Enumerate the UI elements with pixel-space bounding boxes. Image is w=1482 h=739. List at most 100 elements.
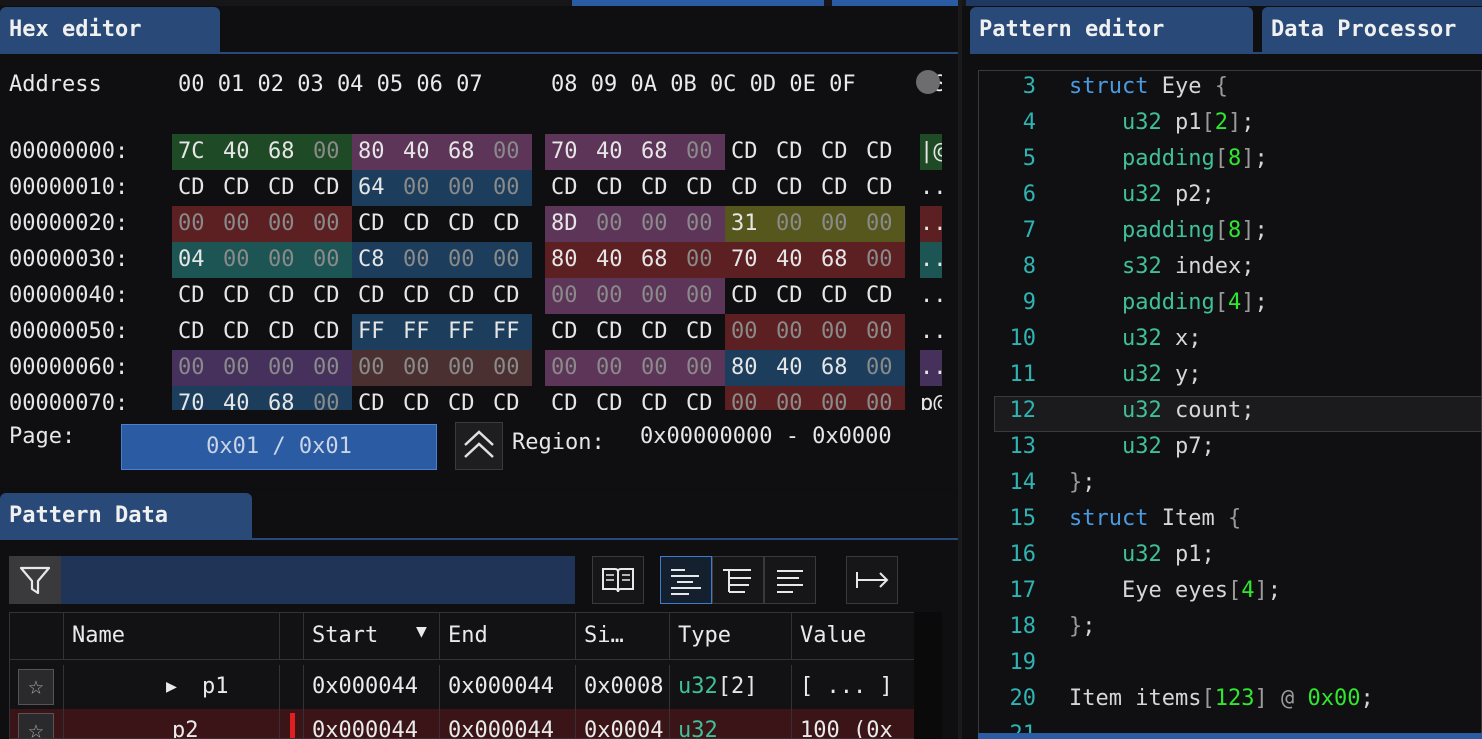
- code-line[interactable]: u32 p1;: [1069, 542, 1215, 567]
- view-tree-button[interactable]: [712, 556, 764, 604]
- hex-byte[interactable]: 00: [223, 206, 250, 242]
- code-line[interactable]: u32 x;: [1069, 326, 1202, 351]
- panel-splitter[interactable]: [958, 0, 962, 739]
- hex-byte[interactable]: 00: [686, 278, 713, 314]
- table-row-selected[interactable]: ☆ p2 0x000044 0x000044 0x0004 u32 100 (0…: [10, 709, 916, 738]
- code-line[interactable]: u32 p2;: [1069, 182, 1215, 207]
- hex-ascii[interactable]: ..: [920, 278, 942, 314]
- hex-byte[interactable]: 00: [403, 242, 430, 278]
- code-line[interactable]: padding[4];: [1069, 290, 1268, 315]
- hex-byte[interactable]: 00: [686, 242, 713, 278]
- hex-byte[interactable]: 00: [866, 206, 893, 242]
- hex-byte[interactable]: 7C: [178, 134, 205, 170]
- code-line[interactable]: s32 index;: [1069, 254, 1254, 279]
- hex-byte[interactable]: FF: [358, 314, 385, 350]
- hex-byte[interactable]: 40: [776, 242, 803, 278]
- hex-byte[interactable]: CD: [776, 134, 803, 170]
- hex-byte[interactable]: 00: [313, 242, 340, 278]
- hex-byte[interactable]: CD: [731, 278, 758, 314]
- hex-byte[interactable]: 80: [358, 134, 385, 170]
- hex-byte[interactable]: CD: [596, 170, 623, 206]
- hex-byte[interactable]: 40: [776, 350, 803, 386]
- code-line[interactable]: padding[8];: [1069, 218, 1268, 243]
- hex-byte[interactable]: CD: [223, 314, 250, 350]
- hex-byte[interactable]: CD: [178, 278, 205, 314]
- hex-byte[interactable]: 00: [686, 206, 713, 242]
- hex-byte[interactable]: 00: [493, 134, 520, 170]
- hex-ascii[interactable]: ..: [920, 350, 942, 386]
- hex-byte[interactable]: 40: [223, 134, 250, 170]
- hex-byte[interactable]: CD: [223, 278, 250, 314]
- tab-hex-editor[interactable]: Hex editor: [0, 7, 220, 53]
- code-line[interactable]: u32 y;: [1069, 362, 1202, 387]
- hex-byte[interactable]: 70: [551, 134, 578, 170]
- tab-pattern-data[interactable]: Pattern Data: [0, 493, 252, 539]
- hex-byte[interactable]: 68: [268, 134, 295, 170]
- table-row[interactable]: ☆ ▶ p1 0x000044 0x000044 0x0008 u32[2] […: [10, 665, 916, 709]
- column-header-type[interactable]: Type: [670, 613, 792, 659]
- hex-byte[interactable]: CD: [358, 278, 385, 314]
- hex-byte[interactable]: 00: [313, 350, 340, 386]
- hex-byte[interactable]: CD: [776, 170, 803, 206]
- code-line[interactable]: };: [1069, 470, 1096, 495]
- filter-input[interactable]: [9, 556, 575, 604]
- hex-byte[interactable]: CD: [178, 170, 205, 206]
- hex-byte[interactable]: CD: [448, 278, 475, 314]
- view-list-button[interactable]: [764, 556, 816, 604]
- hex-byte[interactable]: CD: [686, 314, 713, 350]
- jump-to-button[interactable]: [846, 556, 898, 604]
- hex-byte[interactable]: CD: [641, 314, 668, 350]
- hex-byte[interactable]: 00: [866, 314, 893, 350]
- star-icon[interactable]: ☆: [18, 713, 54, 738]
- code-line[interactable]: Eye eyes[4];: [1069, 578, 1281, 603]
- hex-byte[interactable]: CD: [223, 170, 250, 206]
- hex-byte[interactable]: 40: [596, 242, 623, 278]
- hex-byte[interactable]: 00: [866, 350, 893, 386]
- hex-byte[interactable]: 64: [358, 170, 385, 206]
- hex-byte[interactable]: 00: [223, 350, 250, 386]
- hex-byte[interactable]: CD: [313, 314, 340, 350]
- hex-ascii[interactable]: ..: [920, 314, 942, 350]
- table-scrollbar[interactable]: [914, 612, 942, 739]
- column-header-name[interactable]: Name: [64, 613, 280, 659]
- hex-byte[interactable]: CD: [313, 170, 340, 206]
- hex-byte[interactable]: CD: [866, 134, 893, 170]
- hex-byte[interactable]: CD: [268, 278, 295, 314]
- hex-byte[interactable]: CD: [313, 278, 340, 314]
- hex-byte[interactable]: 8D: [551, 206, 578, 242]
- hex-byte[interactable]: 00: [268, 206, 295, 242]
- hex-byte[interactable]: 68: [641, 242, 668, 278]
- hex-byte[interactable]: 00: [551, 350, 578, 386]
- hex-byte[interactable]: 00: [313, 206, 340, 242]
- code-line[interactable]: padding[8];: [1069, 146, 1268, 171]
- hex-byte[interactable]: CD: [641, 170, 668, 206]
- hex-byte[interactable]: CD: [268, 314, 295, 350]
- hex-byte[interactable]: 00: [403, 350, 430, 386]
- code-line[interactable]: struct Eye {: [1069, 74, 1228, 99]
- tab-data-processor[interactable]: Data Processor: [1262, 7, 1482, 53]
- hex-byte[interactable]: 68: [821, 242, 848, 278]
- hex-byte[interactable]: 68: [448, 134, 475, 170]
- hex-byte[interactable]: CD: [866, 278, 893, 314]
- hex-ascii[interactable]: |@: [920, 134, 942, 170]
- column-header-size[interactable]: Si…: [576, 613, 670, 659]
- hex-byte[interactable]: 80: [731, 350, 758, 386]
- scroll-knob-icon[interactable]: [916, 70, 940, 94]
- code-line[interactable]: struct Item {: [1069, 506, 1241, 531]
- hex-byte[interactable]: 00: [551, 278, 578, 314]
- hex-byte[interactable]: 00: [731, 314, 758, 350]
- region-up-button[interactable]: [455, 422, 503, 470]
- hex-byte[interactable]: C8: [358, 242, 385, 278]
- column-header-start[interactable]: Start ▼: [304, 613, 440, 659]
- hex-byte[interactable]: 00: [821, 206, 848, 242]
- hex-byte[interactable]: 80: [551, 242, 578, 278]
- hex-byte[interactable]: 00: [268, 242, 295, 278]
- hex-byte[interactable]: FF: [493, 314, 520, 350]
- hex-byte[interactable]: 00: [223, 242, 250, 278]
- hex-byte[interactable]: CD: [358, 206, 385, 242]
- hex-byte[interactable]: 00: [178, 206, 205, 242]
- hex-byte[interactable]: CD: [403, 206, 430, 242]
- hex-byte[interactable]: CD: [493, 278, 520, 314]
- hex-byte[interactable]: 00: [493, 350, 520, 386]
- hex-byte[interactable]: 70: [731, 242, 758, 278]
